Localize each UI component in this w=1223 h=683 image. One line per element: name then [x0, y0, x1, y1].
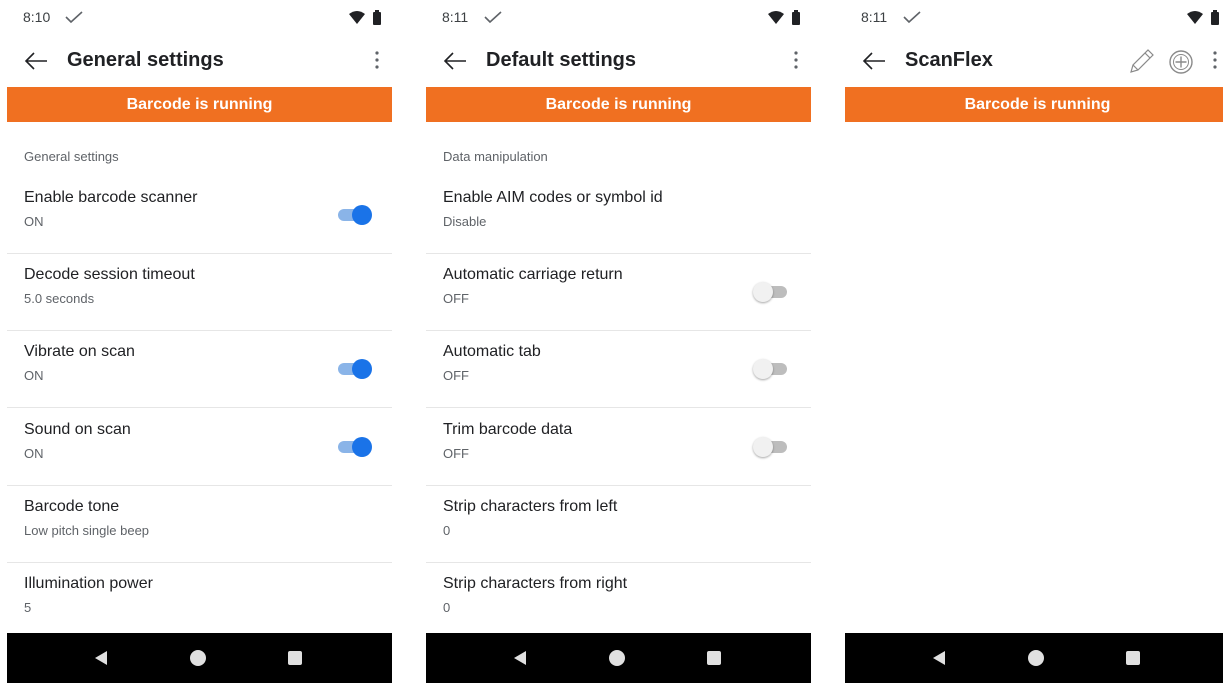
arrow-back-icon[interactable]: [861, 49, 887, 78]
setting-value: OFF: [443, 368, 469, 383]
nav-home-icon[interactable]: [609, 650, 625, 666]
more-vert-icon[interactable]: [1212, 50, 1218, 75]
app-bar: Default settings: [426, 38, 811, 84]
pencil-icon[interactable]: [1126, 45, 1158, 82]
nav-back-icon[interactable]: [94, 650, 108, 671]
setting-label: Vibrate on scan: [24, 343, 135, 360]
toggle-switch[interactable]: [334, 203, 372, 227]
battery-icon: [792, 12, 800, 25]
setting-label: Enable barcode scanner: [24, 189, 198, 206]
nav-back-icon[interactable]: [513, 650, 527, 671]
setting-label: Trim barcode data: [443, 421, 573, 438]
more-vert-icon[interactable]: [793, 50, 799, 75]
section-header: General settings: [24, 149, 119, 164]
app-bar: General settings: [7, 38, 392, 84]
status-time: 8:11: [861, 9, 888, 25]
setting-row-trim-barcode-data[interactable]: Trim barcode data OFF: [426, 409, 811, 486]
setting-value: ON: [24, 214, 44, 229]
nav-recents-icon[interactable]: [1126, 651, 1140, 665]
app-bar: ScanFlex: [845, 38, 1223, 84]
setting-row-automatic-carriage-return[interactable]: Automatic carriage return OFF: [426, 254, 811, 331]
empty-content-area: [845, 122, 1223, 633]
setting-label: Automatic tab: [443, 343, 541, 360]
status-bar: 8:10: [7, 0, 392, 34]
wifi-icon: [349, 11, 365, 24]
setting-row-barcode-tone[interactable]: Barcode tone Low pitch single beep: [7, 486, 392, 563]
setting-label: Barcode tone: [24, 498, 120, 515]
wifi-icon: [768, 11, 784, 24]
status-bar: 8:11: [426, 0, 811, 34]
nav-home-icon[interactable]: [1028, 650, 1044, 666]
battery-icon: [1211, 12, 1219, 25]
setting-value: 5.0 seconds: [24, 291, 95, 306]
toggle-switch[interactable]: [334, 435, 372, 459]
setting-row-illumination-power[interactable]: Illumination power 5: [7, 563, 392, 640]
wifi-icon: [1187, 11, 1203, 24]
phone-screen-default-settings: 8:11 Default settings Barcode is running…: [426, 0, 811, 683]
setting-row-automatic-tab[interactable]: Automatic tab OFF: [426, 331, 811, 408]
phone-screen-general-settings: 8:10 General settings Barcode is running…: [7, 0, 392, 683]
setting-value: 0: [443, 600, 451, 615]
more-vert-icon[interactable]: [374, 50, 380, 75]
setting-value: ON: [24, 368, 44, 383]
nav-recents-icon[interactable]: [707, 651, 721, 665]
check-icon: [65, 10, 83, 29]
add-circle-icon[interactable]: [1168, 49, 1194, 80]
setting-label: Decode session timeout: [24, 266, 195, 283]
setting-row-enable-barcode-scanner[interactable]: Enable barcode scanner ON: [7, 177, 392, 254]
toggle-switch[interactable]: [334, 357, 372, 381]
toggle-switch[interactable]: [753, 357, 791, 381]
setting-label: Automatic carriage return: [443, 266, 623, 283]
page-title: Default settings: [486, 49, 637, 71]
setting-label: Illumination power: [24, 575, 153, 592]
section-header: Data manipulation: [443, 149, 548, 164]
setting-value: 5: [24, 600, 32, 615]
status-time: 8:10: [23, 9, 51, 25]
navigation-bar: [426, 633, 811, 683]
system-icons: [767, 10, 803, 31]
setting-label: Sound on scan: [24, 421, 131, 438]
setting-row-vibrate-on-scan[interactable]: Vibrate on scan ON: [7, 331, 392, 408]
setting-value: OFF: [443, 446, 469, 461]
check-icon: [484, 10, 502, 29]
status-banner: Barcode is running: [845, 87, 1223, 122]
arrow-back-icon[interactable]: [23, 49, 49, 78]
setting-row-strip-characters-left[interactable]: Strip characters from left 0: [426, 486, 811, 563]
setting-label: Strip characters from left: [443, 498, 618, 515]
page-title: ScanFlex: [905, 49, 993, 71]
toggle-switch[interactable]: [753, 435, 791, 459]
battery-icon: [373, 12, 381, 25]
status-bar: 8:11: [845, 0, 1223, 34]
status-banner: Barcode is running: [7, 87, 392, 122]
status-banner: Barcode is running: [426, 87, 811, 122]
setting-row-enable-aim-codes[interactable]: Enable AIM codes or symbol id Disable: [426, 177, 811, 254]
check-icon: [903, 10, 921, 29]
setting-value: Low pitch single beep: [24, 523, 150, 538]
system-icons: [348, 10, 384, 31]
setting-value: 0: [443, 523, 451, 538]
navigation-bar: [7, 633, 392, 683]
setting-label: Strip characters from right: [443, 575, 628, 592]
phone-screen-scanflex: 8:11 ScanFlex Barcode is running: [845, 0, 1223, 683]
system-icons: [1186, 10, 1222, 31]
page-title: General settings: [67, 49, 224, 71]
setting-row-sound-on-scan[interactable]: Sound on scan ON: [7, 409, 392, 486]
nav-back-icon[interactable]: [932, 650, 946, 671]
setting-value: ON: [24, 446, 44, 461]
navigation-bar: [845, 633, 1223, 683]
nav-recents-icon[interactable]: [288, 651, 302, 665]
status-time: 8:11: [442, 9, 469, 25]
setting-label: Enable AIM codes or symbol id: [443, 189, 663, 206]
setting-row-decode-session-timeout[interactable]: Decode session timeout 5.0 seconds: [7, 254, 392, 331]
arrow-back-icon[interactable]: [442, 49, 468, 78]
toggle-switch[interactable]: [753, 280, 791, 304]
setting-value: OFF: [443, 291, 469, 306]
setting-row-strip-characters-right[interactable]: Strip characters from right 0: [426, 563, 811, 640]
nav-home-icon[interactable]: [190, 650, 206, 666]
setting-value: Disable: [443, 214, 487, 229]
